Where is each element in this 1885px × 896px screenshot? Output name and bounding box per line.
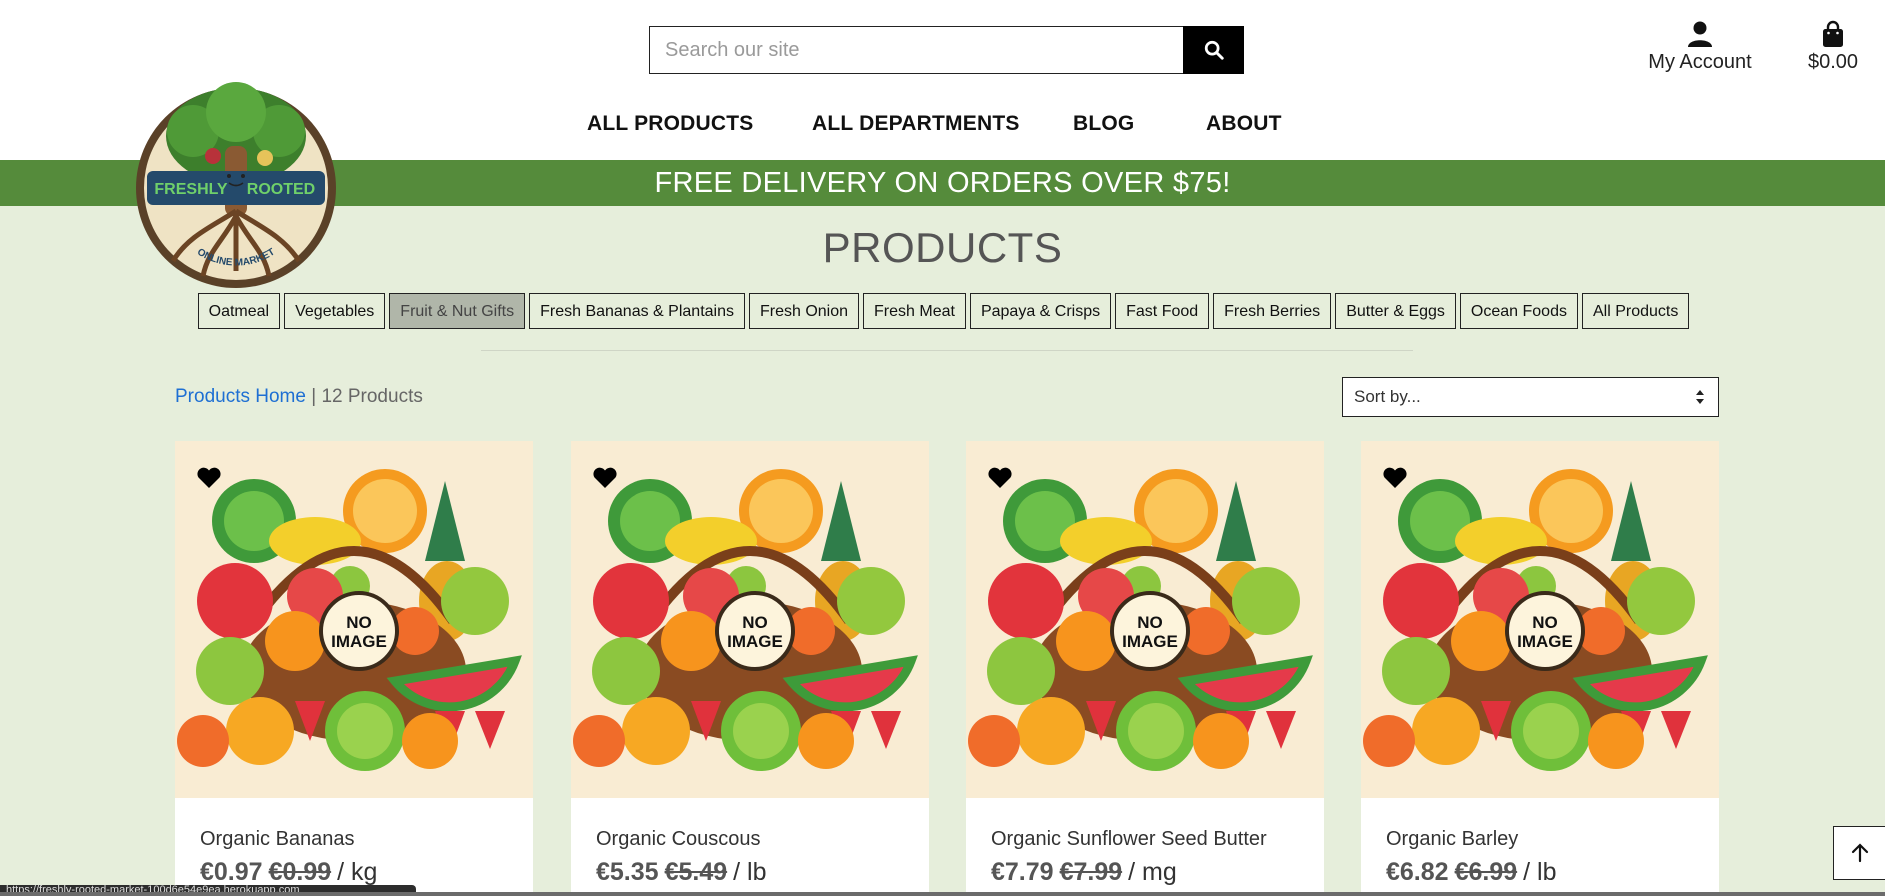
no-image-label: NO <box>346 613 372 632</box>
fruit-basket-illustration: NOIMAGE <box>177 469 522 771</box>
category-all-products[interactable]: All Products <box>1581 293 1690 329</box>
product-price: €0.97 €0.99/ kg <box>200 858 377 887</box>
fruit-basket-illustration: NOIMAGE <box>968 469 1313 771</box>
breadcrumb: Products Home | 12 Products <box>175 386 423 408</box>
search-input[interactable] <box>649 26 1183 74</box>
category-filter-bar: Oatmeal Vegetables Fruit & Nut Gifts Fre… <box>0 293 1885 329</box>
product-price: €5.35 €5.49/ lb <box>596 858 766 887</box>
current-price: €6.82 <box>1386 858 1449 886</box>
fruit-basket-illustration: NOIMAGE <box>573 469 918 771</box>
current-price: €0.97 <box>200 858 263 886</box>
product-count: 12 Products <box>321 386 423 407</box>
account-label: My Account <box>1648 51 1752 73</box>
category-fresh-bananas-plantains[interactable]: Fresh Bananas & Plantains <box>529 293 745 329</box>
horizontal-scrollbar[interactable] <box>0 892 1885 896</box>
category-fruit-nut-gifts[interactable]: Fruit & Nut Gifts <box>389 293 526 329</box>
product-name[interactable]: Organic Couscous <box>596 828 761 851</box>
wishlist-heart-icon[interactable] <box>196 466 222 490</box>
product-card[interactable]: NO IMAGE Organic Sunflower Seed Butter €7… <box>966 441 1324 896</box>
arrow-up-icon <box>1851 843 1868 863</box>
shopping-bag-icon <box>1823 20 1843 47</box>
category-butter-eggs[interactable]: Butter & Eggs <box>1335 293 1456 329</box>
user-icon <box>1688 21 1712 47</box>
no-image-label: NO <box>1137 613 1163 632</box>
my-account-link[interactable]: My Account <box>1647 20 1753 74</box>
divider <box>481 350 1413 351</box>
products-home-link[interactable]: Products Home <box>175 386 306 407</box>
nav-blog[interactable]: BLOG <box>1073 112 1134 136</box>
price-unit: / mg <box>1128 858 1177 886</box>
product-image[interactable]: NO IMAGE <box>1361 441 1719 798</box>
sort-select[interactable]: Sort by... <box>1342 377 1719 417</box>
page-title: PRODUCTS <box>822 224 1063 271</box>
search-icon <box>1204 40 1224 60</box>
category-fast-food[interactable]: Fast Food <box>1115 293 1210 329</box>
no-image-label: IMAGE <box>1517 632 1573 651</box>
category-ocean-foods[interactable]: Ocean Foods <box>1459 293 1578 329</box>
price-unit: / lb <box>733 858 767 886</box>
product-card[interactable]: NO IMAGE Organic Barley €6.82 €6.99/ lb <box>1361 441 1719 896</box>
fruit-basket-illustration: NOIMAGE <box>1363 469 1708 771</box>
wishlist-heart-icon[interactable] <box>1382 466 1408 490</box>
search-button[interactable] <box>1183 26 1244 74</box>
back-to-top-button[interactable] <box>1833 826 1885 880</box>
product-card[interactable]: NO IMAGE Organic Couscous €5.35 €5.49/ lb <box>571 441 929 896</box>
nav-about[interactable]: ABOUT <box>1206 112 1282 136</box>
price-unit: / kg <box>337 858 378 886</box>
category-fresh-onion[interactable]: Fresh Onion <box>748 293 860 329</box>
nav-all-products[interactable]: ALL PRODUCTS <box>587 112 754 136</box>
product-price: €7.79 €7.99/ mg <box>991 858 1177 887</box>
nav-all-departments[interactable]: ALL DEPARTMENTS <box>812 112 1020 136</box>
svg-text:ROOTED: ROOTED <box>247 181 315 198</box>
search-form <box>649 26 1244 74</box>
old-price: €6.99 <box>1454 858 1518 886</box>
category-vegetables[interactable]: Vegetables <box>284 293 386 329</box>
product-image[interactable]: NO IMAGE <box>966 441 1324 798</box>
product-image[interactable]: NO IMAGE <box>571 441 929 798</box>
product-card[interactable]: NO IMAGE Organic Bananas €0.97 €0.99/ kg <box>175 441 533 896</box>
old-price: €0.99 <box>268 858 332 886</box>
product-name[interactable]: Organic Bananas <box>200 828 355 851</box>
product-price: €6.82 €6.99/ lb <box>1386 858 1556 887</box>
category-fresh-berries[interactable]: Fresh Berries <box>1213 293 1332 329</box>
category-papaya-crisps[interactable]: Papaya & Crisps <box>969 293 1112 329</box>
no-image-label: IMAGE <box>331 632 387 651</box>
current-price: €5.35 <box>596 858 659 886</box>
select-arrows-icon <box>1696 390 1704 404</box>
category-fresh-meat[interactable]: Fresh Meat <box>863 293 966 329</box>
price-unit: / lb <box>1523 858 1557 886</box>
wishlist-heart-icon[interactable] <box>592 466 618 490</box>
product-name[interactable]: Organic Barley <box>1386 828 1518 851</box>
no-image-label: IMAGE <box>1122 632 1178 651</box>
no-image-label: NO <box>742 613 768 632</box>
old-price: €7.99 <box>1059 858 1123 886</box>
category-oatmeal[interactable]: Oatmeal <box>197 293 281 329</box>
no-image-label: IMAGE <box>727 632 783 651</box>
current-price: €7.79 <box>991 858 1054 886</box>
wishlist-heart-icon[interactable] <box>987 466 1013 490</box>
cart-total: $0.00 <box>1807 51 1859 73</box>
cart-link[interactable]: $0.00 <box>1800 20 1866 74</box>
breadcrumb-separator: | <box>305 386 322 407</box>
product-image[interactable]: NO IMAGE <box>175 441 533 798</box>
svg-text:FRESHLY: FRESHLY <box>154 181 228 198</box>
old-price: €5.49 <box>664 858 728 886</box>
sort-selected: Sort by... <box>1354 387 1421 406</box>
product-name[interactable]: Organic Sunflower Seed Butter <box>991 828 1267 851</box>
no-image-label: NO <box>1532 613 1558 632</box>
